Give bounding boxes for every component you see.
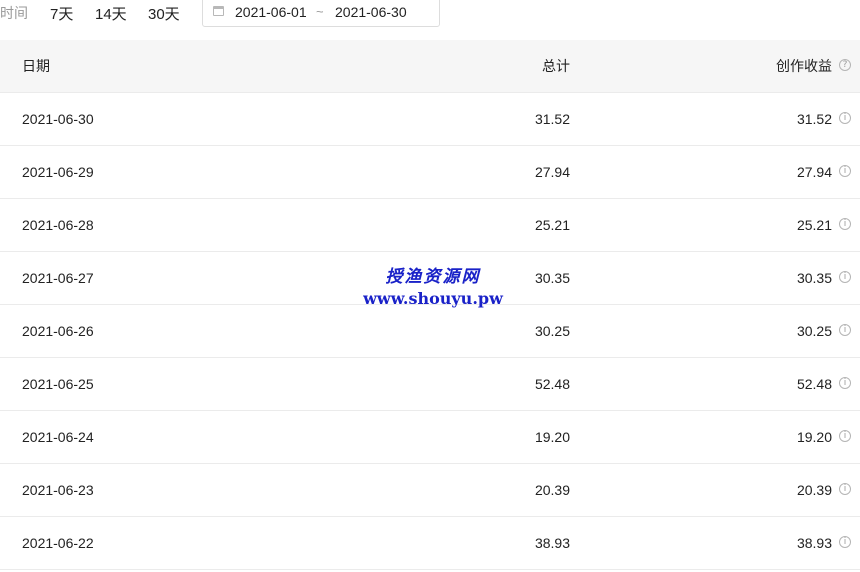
row-income: 30.25 (796, 323, 832, 339)
date-end[interactable]: 2021-06-30 (335, 4, 407, 20)
table-row: 2021-06-30 31.52 31.52 i (0, 93, 860, 146)
row-income: 52.48 (796, 376, 832, 392)
range-14-days-button[interactable]: 14天 (95, 3, 127, 24)
row-income: 27.94 (796, 164, 832, 180)
row-date: 2021-06-30 (22, 111, 94, 127)
table-row: 2021-06-27 30.35 30.35 i (0, 252, 860, 305)
info-circle-icon[interactable]: i (839, 271, 851, 283)
header-total[interactable]: 总计 (542, 40, 570, 92)
table-row: 2021-06-22 38.93 38.93 i (0, 517, 860, 570)
date-range-toolbar: 时间 7天 14天 30天 2021-06-01 ~ 2021-06-30 (0, 0, 860, 30)
table-row: 2021-06-25 52.48 52.48 i (0, 358, 860, 411)
row-date: 2021-06-25 (22, 376, 94, 392)
info-circle-icon[interactable]: i (839, 430, 851, 442)
date-start[interactable]: 2021-06-01 (235, 4, 307, 20)
range-7-days-button[interactable]: 7天 (50, 3, 73, 24)
row-total: 38.93 (534, 535, 570, 551)
table-row: 2021-06-24 19.20 19.20 i (0, 411, 860, 464)
row-total: 30.25 (534, 323, 570, 339)
row-total: 27.94 (534, 164, 570, 180)
info-circle-icon[interactable]: i (839, 324, 851, 336)
row-total: 30.35 (534, 270, 570, 286)
row-date: 2021-06-28 (22, 217, 94, 233)
table-row: 2021-06-29 27.94 27.94 i (0, 146, 860, 199)
row-income: 25.21 (796, 217, 832, 233)
time-label: 时间 (0, 5, 28, 21)
row-date: 2021-06-27 (22, 270, 94, 286)
info-circle-icon[interactable]: i (839, 536, 851, 548)
row-income: 31.52 (796, 111, 832, 127)
info-circle-icon[interactable]: i (839, 483, 851, 495)
row-date: 2021-06-29 (22, 164, 94, 180)
info-circle-icon[interactable]: i (839, 165, 851, 177)
table-row: 2021-06-23 20.39 20.39 i (0, 464, 860, 517)
row-total: 31.52 (534, 111, 570, 127)
header-date[interactable]: 日期 (22, 40, 50, 92)
row-income: 19.20 (796, 429, 832, 445)
range-30-days-button[interactable]: 30天 (148, 3, 180, 24)
table-header: 日期 总计 创作收益 ? (0, 40, 860, 93)
row-date: 2021-06-22 (22, 535, 94, 551)
row-date: 2021-06-26 (22, 323, 94, 339)
row-total: 20.39 (534, 482, 570, 498)
table-row: 2021-06-28 25.21 25.21 i (0, 199, 860, 252)
earnings-page: 时间 7天 14天 30天 2021-06-01 ~ 2021-06-30 日期… (0, 0, 860, 572)
row-income: 30.35 (796, 270, 832, 286)
calendar-icon (213, 6, 224, 16)
date-separator: ~ (316, 4, 324, 19)
info-circle-icon[interactable]: i (839, 112, 851, 124)
row-date: 2021-06-23 (22, 482, 94, 498)
table-row: 2021-06-26 30.25 30.25 i (0, 305, 860, 358)
row-total: 25.21 (534, 217, 570, 233)
date-range-picker[interactable]: 2021-06-01 ~ 2021-06-30 (202, 0, 440, 27)
row-income: 20.39 (796, 482, 832, 498)
question-circle-icon[interactable]: ? (839, 59, 851, 71)
earnings-table: 日期 总计 创作收益 ? 2021-06-30 31.52 31.52 i 20… (0, 40, 860, 570)
row-total: 19.20 (534, 429, 570, 445)
row-income: 38.93 (796, 535, 832, 551)
header-income[interactable]: 创作收益 (776, 40, 832, 92)
row-date: 2021-06-24 (22, 429, 94, 445)
row-total: 52.48 (534, 376, 570, 392)
info-circle-icon[interactable]: i (839, 218, 851, 230)
info-circle-icon[interactable]: i (839, 377, 851, 389)
